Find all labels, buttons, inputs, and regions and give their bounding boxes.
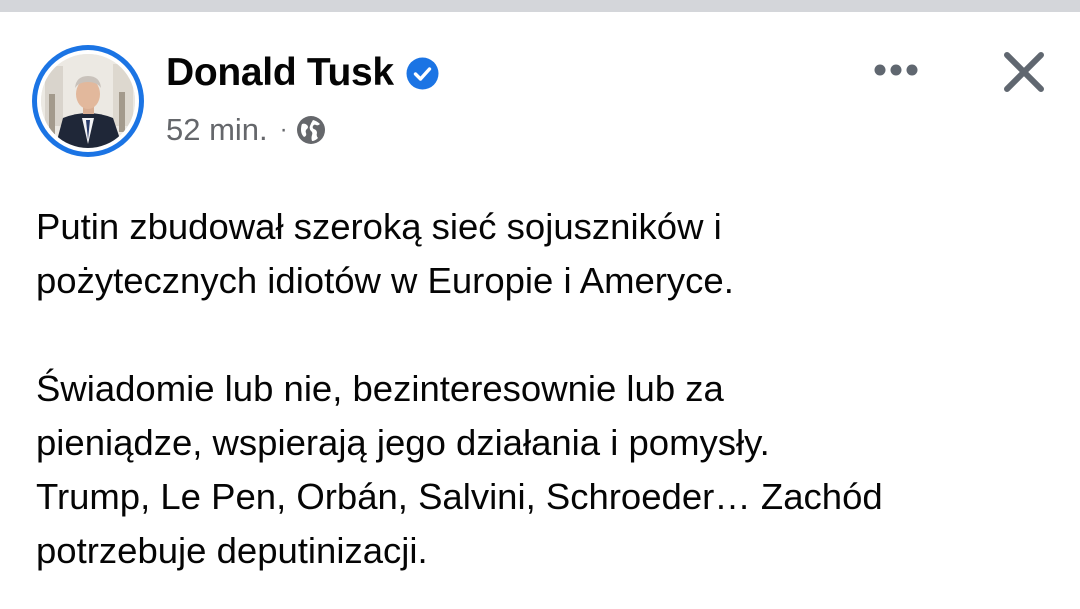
facebook-post: Donald Tusk 52 min. · Putin zbudował sze… xyxy=(0,0,1080,609)
avatar-ring-gap xyxy=(37,50,139,152)
post-text-line: pieniądze, wspierają jego działania i po… xyxy=(36,422,770,463)
more-options-button[interactable] xyxy=(868,52,924,88)
post-text-line: Świadomie lub nie, bezinteresownie lub z… xyxy=(36,368,724,409)
top-divider-strip xyxy=(0,0,1080,12)
post-text-line: pożytecznych idiotów w Europie i Ameryce… xyxy=(36,260,734,301)
globe-icon[interactable] xyxy=(296,115,326,145)
avatar[interactable] xyxy=(32,45,144,157)
close-icon xyxy=(1004,52,1044,92)
post-text-line: potrzebuje deputinizacji. xyxy=(36,530,428,571)
post-paragraph-2: Świadomie lub nie, bezinteresownie lub z… xyxy=(36,362,1056,578)
post-text-line: Putin zbudował szeroką sieć sojuszników … xyxy=(36,206,722,247)
post-paragraph-1: Putin zbudował szeroką sieć sojuszników … xyxy=(36,200,1056,308)
author-row: Donald Tusk xyxy=(166,50,439,96)
post-meta: 52 min. · xyxy=(166,110,326,150)
post-text: Putin zbudował szeroką sieć sojuszników … xyxy=(36,200,1056,578)
close-button[interactable] xyxy=(996,44,1052,100)
profile-photo xyxy=(41,54,135,148)
more-horizontal-icon xyxy=(874,64,918,76)
verified-badge-icon xyxy=(406,57,439,90)
profile-photo-graphic xyxy=(41,54,135,148)
post-text-line: Trump, Le Pen, Orbán, Salvini, Schroeder… xyxy=(36,476,883,517)
post-timestamp[interactable]: 52 min. xyxy=(166,112,268,148)
author-name[interactable]: Donald Tusk xyxy=(166,51,394,95)
meta-separator: · xyxy=(279,116,288,143)
